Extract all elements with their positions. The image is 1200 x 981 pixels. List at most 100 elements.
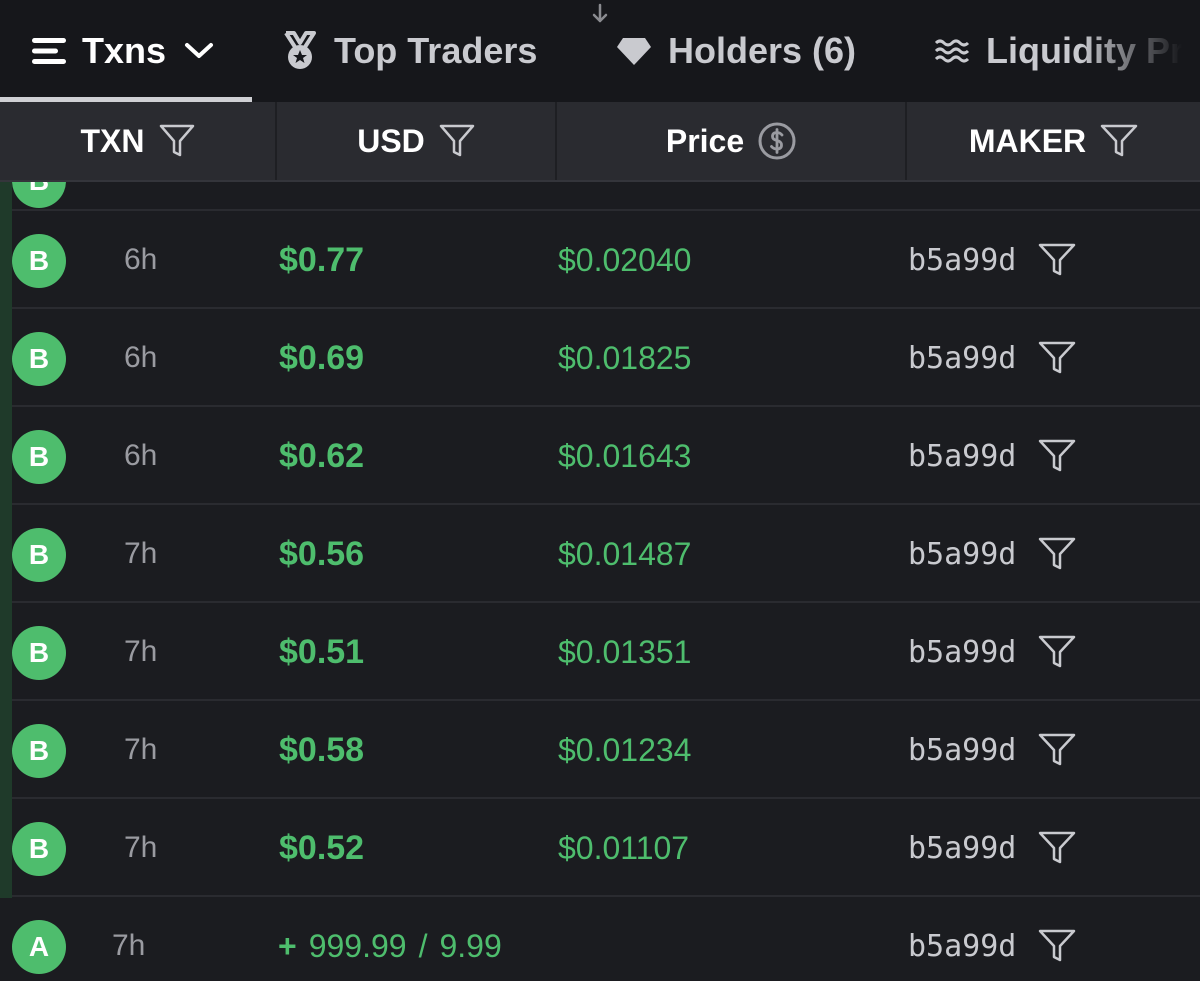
usd-value: $0.51	[279, 633, 365, 671]
maker-cell: b5a99d	[908, 505, 1076, 603]
medal-icon	[282, 31, 318, 71]
column-header-maker: MAKER	[907, 102, 1200, 180]
maker-address[interactable]: b5a99d	[908, 439, 1016, 474]
table-row[interactable]: B 7h $0.51 $0.01351 b5a99d	[12, 603, 1200, 701]
buy-badge: B	[12, 430, 66, 484]
maker-address[interactable]: b5a99d	[908, 537, 1016, 572]
price-value: $0.01487	[558, 536, 692, 572]
price-value: $0.01643	[558, 438, 692, 474]
filter-icon[interactable]	[159, 124, 195, 158]
tab-holders-label: Holders (6)	[668, 30, 857, 71]
dollar-circle-icon[interactable]	[758, 122, 796, 160]
column-txn-label: TXN	[80, 122, 145, 159]
table-row[interactable]: B 6h $0.62 $0.01643 b5a99d	[12, 407, 1200, 505]
usd-value: $0.69	[279, 339, 365, 377]
add-liquidity-badge: A	[12, 920, 66, 974]
table-row[interactable]: B 6h $0.69 $0.01825 b5a99d	[12, 309, 1200, 407]
tab-holders[interactable]: Holders (6)	[588, 0, 908, 102]
maker-address[interactable]: b5a99d	[908, 733, 1016, 768]
price-value: $0.01234	[558, 732, 692, 768]
txn-age: 7h	[112, 929, 146, 962]
buy-badge: B	[12, 528, 66, 582]
table-row[interactable]: B 7h $0.56 $0.01487 b5a99d	[12, 505, 1200, 603]
table-row[interactable]: B 7h $0.52 $0.01107 b5a99d	[12, 799, 1200, 897]
menu-icon	[32, 36, 66, 66]
buy-badge: B	[12, 332, 66, 386]
filter-icon[interactable]	[1038, 341, 1076, 375]
column-price-label: Price	[665, 122, 745, 159]
amount-separator: /	[418, 928, 428, 964]
filter-icon[interactable]	[439, 124, 475, 158]
filter-icon[interactable]	[1038, 635, 1076, 669]
filter-icon[interactable]	[1038, 929, 1076, 963]
tab-liquidity-label: Liquidity Pr	[986, 30, 1184, 71]
arrow-down-icon	[588, 2, 612, 26]
column-header-txn: TXN	[0, 102, 277, 180]
maker-cell: b5a99d	[908, 309, 1076, 407]
amount-a: 999.99	[308, 928, 407, 964]
usd-value: $0.52	[279, 829, 365, 867]
maker-cell: b5a99d	[908, 701, 1076, 799]
tab-txns-label: Txns	[82, 30, 167, 71]
tab-bar: Txns Top Traders Holders (6) Liquidity P…	[0, 0, 1200, 102]
table-row-liquidity[interactable]: A 7h +999.99 / 9.99 b5a99d	[0, 897, 1200, 981]
table-row[interactable]: B 7h $0.58 $0.01234 b5a99d	[12, 701, 1200, 799]
filter-icon[interactable]	[1038, 439, 1076, 473]
txn-age: 7h	[124, 635, 158, 668]
price-value: $0.01351	[558, 634, 692, 670]
waves-icon	[934, 38, 970, 64]
plus-sign: +	[278, 928, 297, 964]
usd-value: $0.77	[279, 241, 365, 279]
column-header-usd: USD	[277, 102, 557, 180]
maker-cell: b5a99d	[908, 603, 1076, 701]
price-value: $0.01107	[558, 830, 690, 866]
maker-cell: b5a99d	[908, 211, 1076, 309]
filter-icon[interactable]	[1100, 124, 1138, 158]
filter-icon[interactable]	[1038, 831, 1076, 865]
filter-icon[interactable]	[1038, 243, 1076, 277]
usd-value: $0.56	[279, 535, 365, 573]
amount-b: 9.99	[439, 928, 502, 964]
buy-badge: B	[12, 182, 66, 208]
chevron-down-icon	[184, 41, 214, 61]
txn-age: 6h	[124, 439, 158, 472]
buy-badge: B	[12, 724, 66, 778]
tab-txns[interactable]: Txns	[0, 0, 252, 102]
filter-icon[interactable]	[1038, 537, 1076, 571]
price-value: $0.02040	[558, 242, 692, 278]
column-usd-label: USD	[357, 122, 425, 159]
column-header-price: Price	[557, 102, 907, 180]
txn-age: 7h	[124, 831, 158, 864]
maker-address[interactable]: b5a99d	[908, 831, 1016, 866]
filter-icon[interactable]	[1038, 733, 1076, 767]
maker-cell: b5a99d	[908, 799, 1076, 897]
maker-cell: b5a99d	[908, 897, 1076, 981]
usd-value: $0.58	[279, 731, 365, 769]
maker-cell: b5a99d	[908, 407, 1076, 505]
table-row[interactable]: B 6h $0.77 $0.02040 b5a99d	[12, 211, 1200, 309]
tab-top-traders[interactable]: Top Traders	[252, 0, 588, 102]
txns-panel: Txns Top Traders Holders (6) Liquidity P…	[0, 0, 1200, 981]
table-header: TXN USD Price MAKER	[0, 102, 1200, 182]
transactions-list: B B 6h $0.77 $0.02040 b5a99d B 6h $0.69 $0.01825…	[0, 182, 1200, 981]
maker-address[interactable]: b5a99d	[908, 929, 1016, 964]
column-maker-label: MAKER	[968, 122, 1087, 159]
buy-badge: B	[12, 822, 66, 876]
buy-badge: B	[12, 234, 66, 288]
row-accent-bar	[0, 182, 12, 898]
maker-address[interactable]: b5a99d	[908, 341, 1016, 376]
txn-age: 7h	[124, 537, 158, 570]
maker-address[interactable]: b5a99d	[908, 635, 1016, 670]
txn-age: 7h	[124, 733, 158, 766]
price-value: $0.01825	[558, 340, 692, 376]
buy-badge: B	[12, 626, 66, 680]
usd-value: $0.62	[279, 437, 365, 475]
tab-top-traders-label: Top Traders	[334, 30, 538, 71]
diamond-icon	[616, 36, 652, 66]
table-row-partial[interactable]: B	[12, 182, 1200, 211]
liquidity-amounts: +999.99 / 9.99	[278, 897, 502, 981]
txn-age: 6h	[124, 243, 158, 276]
tab-liquidity[interactable]: Liquidity Pr	[908, 0, 1200, 102]
txn-age: 6h	[124, 341, 158, 374]
maker-address[interactable]: b5a99d	[908, 243, 1016, 278]
